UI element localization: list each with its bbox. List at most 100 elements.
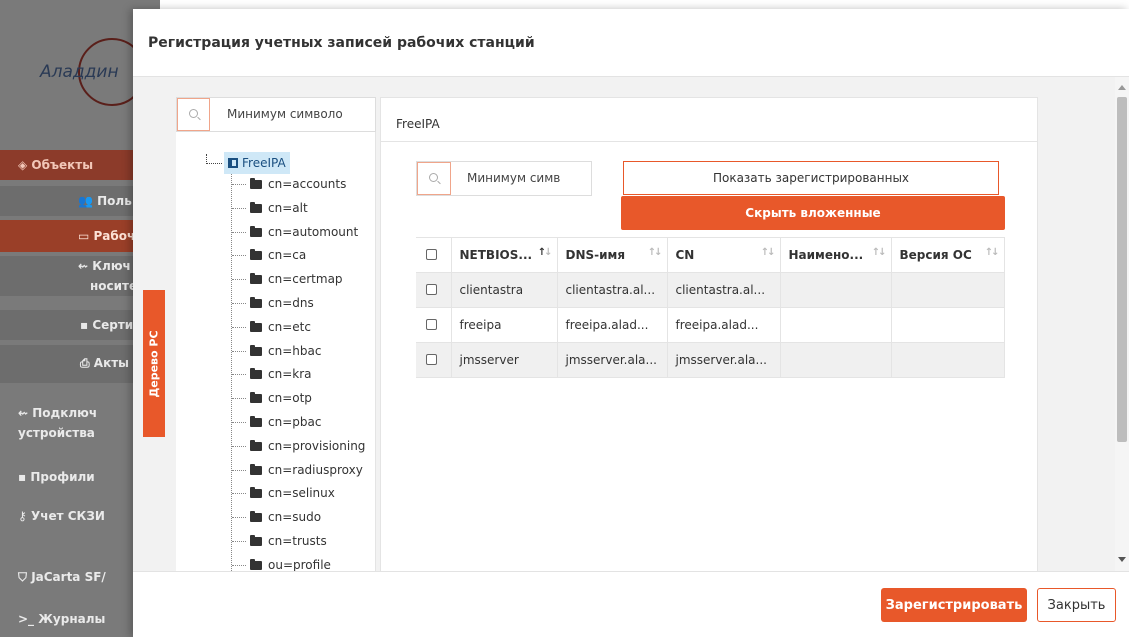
register-button[interactable]: Зарегистрировать xyxy=(881,588,1027,622)
tree-toggle-tab[interactable]: Дерево РС xyxy=(143,290,165,437)
row-checkbox[interactable] xyxy=(416,342,452,378)
row-checkbox[interactable] xyxy=(416,272,452,308)
tree-item[interactable]: cn=selinux xyxy=(232,483,335,503)
column-cn[interactable]: CN ↑↓ xyxy=(667,237,781,273)
tree-search xyxy=(176,97,376,132)
cell-netbios: jmsserver xyxy=(451,342,558,378)
column-name[interactable]: Наимено... ↑↓ xyxy=(780,237,892,273)
tree-item[interactable]: cn=trusts xyxy=(232,531,327,551)
modal-title: Регистрация учетных записей рабочих стан… xyxy=(148,35,535,51)
column-os-version[interactable]: Версия ОС ↑↓ xyxy=(891,237,1005,273)
cell-dns: freeipa.alad... xyxy=(557,307,668,343)
folder-icon xyxy=(250,416,262,427)
tree-item-label: cn=pbac xyxy=(268,415,322,429)
tree-item[interactable]: cn=hbac xyxy=(232,341,321,361)
main-panel: FreeIPA Показать зарегистрированных Скры… xyxy=(380,97,1038,571)
tree-item[interactable]: cn=dns xyxy=(232,293,314,313)
cell-cn: freeipa.alad... xyxy=(667,307,781,343)
tree-item[interactable]: cn=pbac xyxy=(232,412,321,432)
search-icon[interactable] xyxy=(417,162,451,195)
cell-dns: jmsserver.ala... xyxy=(557,342,668,378)
folder-icon xyxy=(250,297,262,308)
aladdin-logo: Аладдин xyxy=(28,38,146,108)
main-search-input[interactable] xyxy=(467,171,582,185)
tree-item-label: ou=profile xyxy=(268,557,331,571)
folder-icon xyxy=(250,487,262,499)
scroll-up-icon[interactable] xyxy=(1118,85,1126,90)
tree-item[interactable]: cn=radiusproxy xyxy=(232,460,363,480)
sort-asc-icon: ↑↓ xyxy=(537,247,553,258)
tree-item[interactable]: cn=accounts xyxy=(232,174,346,194)
close-button[interactable]: Закрыть xyxy=(1037,588,1116,622)
tree-item[interactable]: cn=sudo xyxy=(232,507,321,527)
tree-item-label: cn=radiusproxy xyxy=(268,462,363,477)
row-checkbox[interactable] xyxy=(416,307,452,343)
cell-os xyxy=(891,272,1005,308)
table-row[interactable]: freeipa freeipa.alad... freeipa.alad... xyxy=(416,307,1005,343)
cell-dns: clientastra.al... xyxy=(557,272,668,308)
footer-divider xyxy=(133,571,1129,572)
modal-scrollbar[interactable] xyxy=(1115,77,1129,571)
select-all-checkbox[interactable] xyxy=(416,237,452,273)
tree-item[interactable]: cn=ca xyxy=(232,245,306,265)
tree-item[interactable]: cn=kra xyxy=(232,364,312,384)
hide-nested-button[interactable]: Скрыть вложенные xyxy=(621,196,1005,230)
tree-item[interactable]: ou=profile xyxy=(232,555,331,571)
tree-item-label: cn=alt xyxy=(268,200,308,215)
search-icon[interactable] xyxy=(177,98,210,131)
tree-connector xyxy=(232,469,246,471)
tree-connector xyxy=(206,154,222,164)
tree-connector xyxy=(232,255,246,257)
folder-icon xyxy=(250,178,262,189)
tree-root-freeipa[interactable]: FreeIPA xyxy=(224,152,290,174)
tree-item-label: cn=hbac xyxy=(268,343,322,358)
tree-item-label: cn=selinux xyxy=(268,486,335,501)
tree-connector xyxy=(232,350,246,352)
tree-item-label: cn=certmap xyxy=(268,272,343,287)
table-header-row: NETBIOS... ↑↓ DNS-имя ↑↓ CN ↑↓ Наимено... ↑↓… xyxy=(416,237,1005,273)
tree-search-input[interactable] xyxy=(227,107,367,121)
column-dns[interactable]: DNS-имя ↑↓ xyxy=(557,237,668,273)
tree-item[interactable]: cn=automount xyxy=(232,222,358,242)
server-icon xyxy=(228,158,238,168)
tree-connector xyxy=(232,541,246,542)
tree-item-label: cn=automount xyxy=(268,224,359,239)
folder-icon xyxy=(250,511,262,523)
folder-icon xyxy=(250,320,262,332)
tree-connector xyxy=(232,326,246,328)
tree-item-label: cn=provisioning xyxy=(268,438,366,453)
tree-item-label: cn=sudo xyxy=(268,510,322,525)
cell-os xyxy=(891,307,1005,343)
tree-item[interactable]: cn=provisioning xyxy=(232,436,365,456)
tree-item[interactable]: cn=certmap xyxy=(232,269,343,289)
tree-connector xyxy=(232,493,246,495)
tree-connector xyxy=(232,422,246,423)
folder-icon xyxy=(250,463,262,475)
cell-os xyxy=(891,342,1005,378)
scroll-down-icon[interactable] xyxy=(1118,557,1126,562)
table-row[interactable]: jmsserver jmsserver.ala... jmsserver.ala..… xyxy=(416,342,1005,378)
tree-connector xyxy=(232,231,246,233)
tree-item[interactable]: cn=etc xyxy=(232,317,311,337)
folder-icon xyxy=(250,249,262,261)
folder-icon xyxy=(250,225,262,237)
tree-item-label: cn=dns xyxy=(268,296,314,310)
tree-connector xyxy=(232,303,246,304)
scroll-thumb[interactable] xyxy=(1117,97,1127,442)
folder-icon xyxy=(250,439,262,451)
main-search xyxy=(416,161,592,196)
tree-item[interactable]: cn=alt xyxy=(232,198,308,218)
tree-connector xyxy=(232,517,246,519)
tree-connector xyxy=(232,207,246,209)
folder-icon xyxy=(250,273,262,285)
tree-item[interactable]: cn=otp xyxy=(232,388,312,408)
cell-name xyxy=(780,307,892,343)
folder-icon xyxy=(250,535,262,546)
tree-item-label: cn=accounts xyxy=(268,177,347,191)
cell-cn: clientastra.al... xyxy=(667,272,781,308)
tree-connector xyxy=(232,279,246,281)
column-netbios[interactable]: NETBIOS... ↑↓ xyxy=(451,237,558,273)
show-registered-button[interactable]: Показать зарегистрированных xyxy=(623,161,999,195)
folder-icon xyxy=(250,344,262,356)
table-row[interactable]: clientastra clientastra.al... clientastra.… xyxy=(416,272,1005,308)
